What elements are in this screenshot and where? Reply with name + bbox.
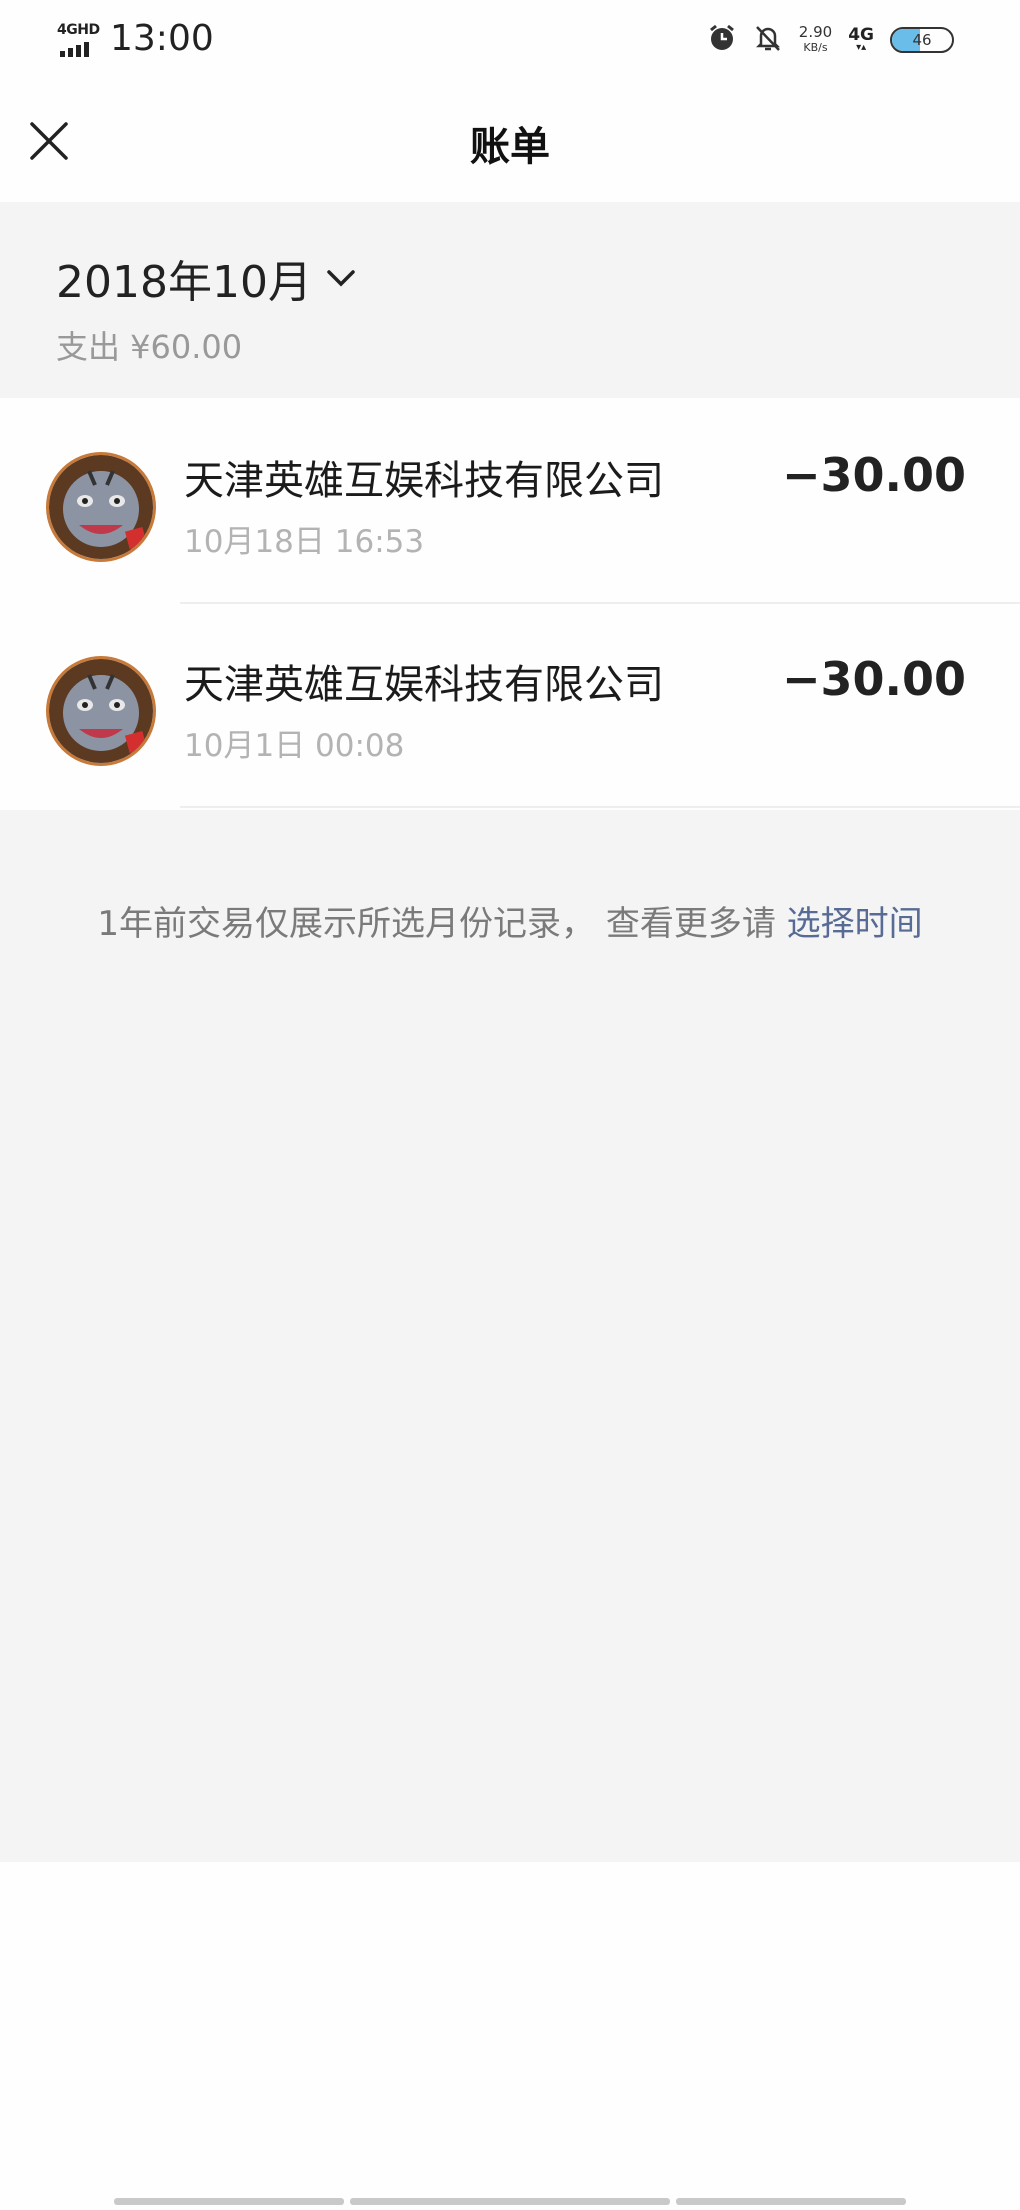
cell-data-indicator: 4G ▾▴ <box>848 27 874 53</box>
month-label: 2018年10月 <box>56 257 312 308</box>
gesture-bar-center[interactable] <box>350 2198 670 2205</box>
battery-level: 46 <box>912 31 932 49</box>
gesture-bar-left <box>114 2198 344 2205</box>
month-summary: 2018年10月 支出 ¥60.00 <box>0 202 1020 398</box>
select-time-link[interactable]: 选择时间 <box>787 904 923 944</box>
spend-total: 支出 ¥60.00 <box>56 328 243 366</box>
merchant-name: 天津英雄互娱科技有限公司 <box>184 662 664 708</box>
mute-bell-icon <box>753 23 783 57</box>
nav-header: 账单 <box>0 80 1020 202</box>
history-note: 1年前交易仅展示所选月份记录， 查看更多请 选择时间 <box>0 896 1020 945</box>
network-speed: 2.90 KB/s <box>799 25 832 55</box>
row-divider <box>180 806 1020 808</box>
merchant-avatar <box>46 656 156 766</box>
transaction-amount: −30.00 <box>781 448 966 502</box>
battery-icon: 46 <box>890 27 954 53</box>
page-title: 账单 <box>470 124 550 170</box>
transaction-row[interactable]: 天津英雄互娱科技有限公司 10月18日 16:53 −30.00 <box>0 400 1020 604</box>
transaction-row[interactable]: 天津英雄互娱科技有限公司 10月1日 00:08 −30.00 <box>0 604 1020 808</box>
speed-unit: KB/s <box>803 41 828 54</box>
signal-icon: 4GHD <box>57 22 100 58</box>
merchant-name: 天津英雄互娱科技有限公司 <box>184 458 664 504</box>
network-label: 4GHD <box>57 22 100 38</box>
clock: 13:00 <box>110 18 214 59</box>
history-note-text: 1年前交易仅展示所选月份记录， 查看更多请 <box>97 904 787 944</box>
transaction-amount: −30.00 <box>781 652 966 706</box>
chevron-down-icon <box>327 270 355 287</box>
alarm-icon <box>707 23 737 57</box>
transaction-time: 10月18日 16:53 <box>184 524 425 560</box>
speed-value: 2.90 <box>798 23 833 41</box>
merchant-avatar <box>46 452 156 562</box>
transaction-list: 天津英雄互娱科技有限公司 10月18日 16:53 −30.00 天津英雄互娱科… <box>0 400 1020 810</box>
list-footer: 1年前交易仅展示所选月份记录， 查看更多请 选择时间 <box>0 810 1020 1862</box>
month-selector[interactable]: 2018年10月 <box>56 246 356 310</box>
status-bar: 4GHD 13:00 2.90 KB/s 4G ▾▴ 46 <box>0 0 1020 80</box>
transaction-time: 10月1日 00:08 <box>184 728 405 764</box>
gesture-bar-right <box>676 2198 906 2205</box>
